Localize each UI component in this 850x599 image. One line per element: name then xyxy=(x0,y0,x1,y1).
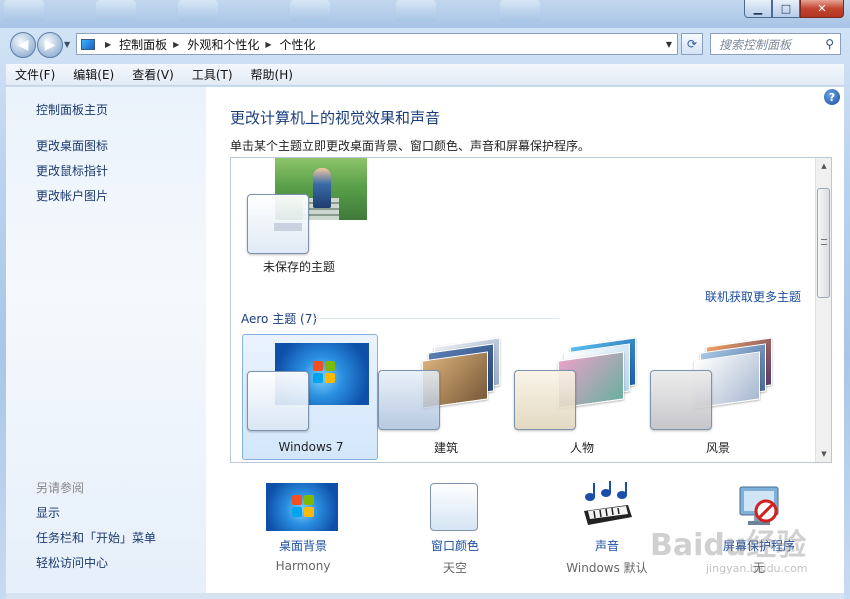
aero-themes-title: Aero 主题 (7) xyxy=(241,312,318,326)
link-change-desktop-icons[interactable]: 更改桌面图标 xyxy=(36,137,108,154)
theme-label: 风景 xyxy=(705,441,730,455)
theme-label: 建筑 xyxy=(433,441,458,455)
desktop-background-thumbnail xyxy=(266,483,338,531)
chevron-right-icon[interactable]: ▶ xyxy=(105,40,111,49)
menu-edit[interactable]: 编辑(E) xyxy=(64,66,123,83)
windows7-glass-tile xyxy=(247,371,309,431)
link-control-panel-home[interactable]: 控制面板主页 xyxy=(36,101,108,118)
theme-windows-7[interactable]: Windows 7 xyxy=(242,334,378,460)
window-color-swatch xyxy=(430,483,478,531)
content-area: 控制面板主页 更改桌面图标 更改鼠标指针 更改帐户图片 另请参阅 显示 任务栏和… xyxy=(6,87,844,593)
landscapes-glass-tile xyxy=(650,370,712,430)
ghost-icon xyxy=(4,0,44,22)
search-input[interactable]: 搜索控制面板 ⚲ xyxy=(710,33,841,55)
refresh-icon: ⟳ xyxy=(686,37,698,51)
maximize-button[interactable]: □ xyxy=(772,0,800,18)
ghost-icon xyxy=(178,0,218,22)
theme-characters[interactable]: 人物 xyxy=(514,334,650,460)
ghost-icon xyxy=(396,0,436,22)
address-bar[interactable]: ▶ 控制面板 ▶ 外观和个性化 ▶ 个性化 ▼ xyxy=(76,33,678,55)
unsaved-theme-glass-tile xyxy=(247,194,309,254)
navigation-row: ◀ ▶ ▼ ▶ 控制面板 ▶ 外观和个性化 ▶ 个性化 ▼ ⟳ 搜索控制面板 ⚲ xyxy=(0,28,850,62)
group-divider xyxy=(315,318,559,319)
scroll-up-icon[interactable]: ▲ xyxy=(816,158,831,174)
address-dropdown-icon[interactable]: ▼ xyxy=(661,40,677,49)
watermark-logo: Baidu经验 xyxy=(650,528,807,563)
link-ease-of-access[interactable]: 轻松访问中心 xyxy=(36,554,108,571)
menu-bar: 文件(F) 编辑(E) 查看(V) 工具(T) 帮助(H) xyxy=(6,64,844,86)
arrow-left-icon: ◀ xyxy=(17,37,29,53)
unsaved-theme[interactable]: 未保存的主题 xyxy=(231,158,411,278)
chevron-right-icon[interactable]: ▶ xyxy=(173,40,179,49)
search-icon[interactable]: ⚲ xyxy=(825,37,834,51)
menu-help[interactable]: 帮助(H) xyxy=(242,66,302,83)
breadcrumb-control-panel[interactable]: 控制面板 xyxy=(119,36,167,53)
menu-file[interactable]: 文件(F) xyxy=(6,66,64,83)
refresh-button[interactable]: ⟳ xyxy=(681,33,703,55)
link-change-account-picture[interactable]: 更改帐户图片 xyxy=(36,187,108,204)
windows-logo-icon xyxy=(313,361,335,383)
back-button[interactable]: ◀ xyxy=(10,32,36,58)
get-more-themes-link[interactable]: 联机获取更多主题 xyxy=(705,288,801,305)
theme-architecture[interactable]: 建筑 xyxy=(378,334,514,460)
theme-label: Windows 7 xyxy=(278,440,344,454)
title-bar: ▁ □ ✕ xyxy=(0,0,850,28)
desktop-background-link[interactable]: 桌面背景 xyxy=(238,537,368,554)
ghost-icon xyxy=(96,0,136,22)
window-color-value: 天空 xyxy=(442,561,467,575)
scroll-down-icon[interactable]: ▼ xyxy=(816,446,831,462)
theme-landscapes[interactable]: 风景 xyxy=(650,334,786,460)
sounds-icon xyxy=(584,481,632,525)
page-title: 更改计算机上的视觉效果和声音 xyxy=(230,109,441,127)
window-frame: ▁ □ ✕ ◀ ▶ ▼ ▶ 控制面板 ▶ 外观和个性化 ▶ 个性化 ▼ ⟳ 搜索… xyxy=(0,0,850,599)
minimize-button[interactable]: ▁ xyxy=(744,0,772,18)
link-change-mouse-pointers[interactable]: 更改鼠标指针 xyxy=(36,162,108,179)
characters-glass-tile xyxy=(514,370,576,430)
breadcrumb-personalization[interactable]: 个性化 xyxy=(280,36,316,53)
arrow-right-icon: ▶ xyxy=(44,37,56,53)
theme-list-scrollbar[interactable]: ▲ ▼ xyxy=(815,158,831,462)
left-pane: 控制面板主页 更改桌面图标 更改鼠标指针 更改帐户图片 另请参阅 显示 任务栏和… xyxy=(6,87,206,593)
desktop-background-setting[interactable]: 桌面背景 Harmony xyxy=(238,481,368,581)
page-description: 单击某个主题立即更改桌面背景、窗口颜色、声音和屏幕保护程序。 xyxy=(230,139,591,153)
theme-label: 人物 xyxy=(569,441,594,455)
windows-logo-icon xyxy=(292,495,314,517)
link-display[interactable]: 显示 xyxy=(36,504,60,521)
ghost-icon xyxy=(500,0,540,22)
watermark-url: jingyan.baidu.com xyxy=(706,562,808,575)
close-button[interactable]: ✕ xyxy=(800,0,844,18)
control-panel-icon xyxy=(77,35,99,53)
menu-tools[interactable]: 工具(T) xyxy=(183,66,242,83)
menu-view[interactable]: 查看(V) xyxy=(123,66,183,83)
see-also-title: 另请参阅 xyxy=(36,481,85,495)
window-color-setting[interactable]: 窗口颜色 天空 xyxy=(390,481,520,581)
window-color-link[interactable]: 窗口颜色 xyxy=(390,537,520,554)
window-controls: ▁ □ ✕ xyxy=(744,0,844,18)
chevron-right-icon[interactable]: ▶ xyxy=(265,40,271,49)
ghost-icon xyxy=(290,0,330,22)
link-taskbar-start-menu[interactable]: 任务栏和「开始」菜单 xyxy=(36,529,156,546)
desktop-background-value: Harmony xyxy=(275,559,331,573)
breadcrumb-appearance[interactable]: 外观和个性化 xyxy=(187,36,259,53)
window-bottom-edge xyxy=(6,593,844,599)
unsaved-theme-label: 未保存的主题 xyxy=(263,260,336,274)
architecture-glass-tile xyxy=(378,370,440,430)
help-icon[interactable]: ? xyxy=(824,89,840,105)
theme-list[interactable]: 未保存的主题 联机获取更多主题 Aero 主题 (7) Windows 7 建筑… xyxy=(230,157,832,463)
scroll-thumb[interactable] xyxy=(817,188,830,298)
forward-button[interactable]: ▶ xyxy=(37,32,63,58)
recent-pages-dropdown[interactable]: ▼ xyxy=(64,40,70,49)
search-placeholder: 搜索控制面板 xyxy=(719,37,792,52)
